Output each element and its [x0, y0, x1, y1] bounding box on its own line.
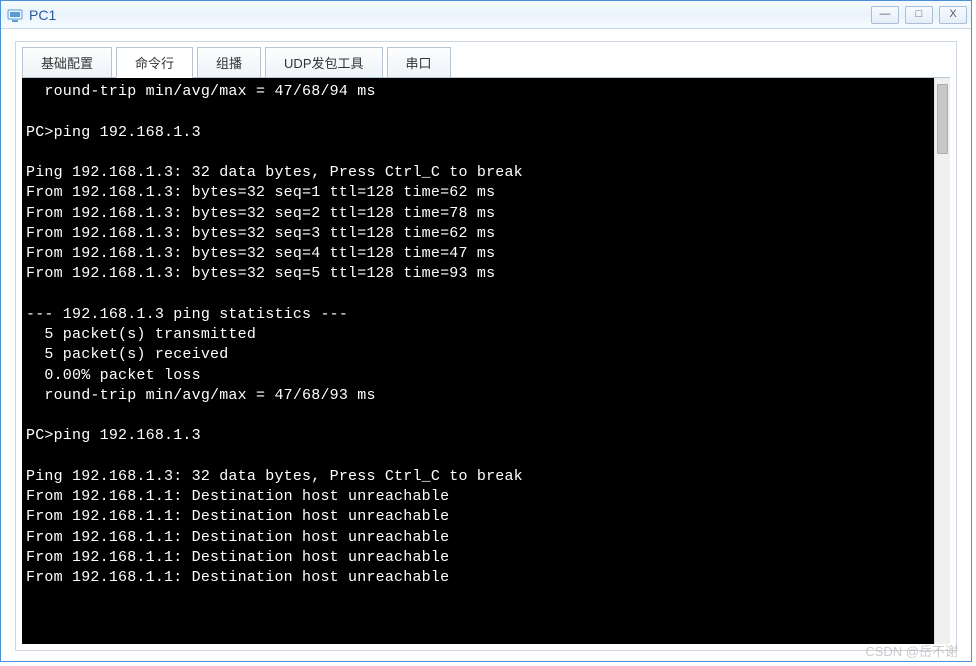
maximize-button[interactable]: □: [905, 6, 933, 24]
terminal-scrollbar[interactable]: [934, 78, 950, 644]
tab-bar: 基础配置 命令行 组播 UDP发包工具 串口: [16, 42, 956, 77]
tab-udp-tool[interactable]: UDP发包工具: [265, 47, 382, 78]
tab-basic-config[interactable]: 基础配置: [22, 47, 112, 78]
close-button[interactable]: X: [939, 6, 967, 24]
app-icon: [7, 7, 23, 23]
terminal-output[interactable]: round-trip min/avg/max = 47/68/94 ms PC>…: [22, 78, 950, 644]
scrollbar-thumb[interactable]: [937, 84, 948, 154]
app-window: PC1 — □ X 基础配置 命令行 组播 UDP发包工具 串口 round-t…: [0, 0, 972, 662]
tab-serial[interactable]: 串口: [387, 47, 451, 78]
titlebar[interactable]: PC1 — □ X: [1, 1, 971, 29]
content-area: 基础配置 命令行 组播 UDP发包工具 串口 round-trip min/av…: [1, 29, 971, 661]
tab-multicast[interactable]: 组播: [197, 47, 261, 78]
terminal-wrap: round-trip min/avg/max = 47/68/94 ms PC>…: [16, 78, 956, 650]
minimize-button[interactable]: —: [871, 6, 899, 24]
tab-command-line[interactable]: 命令行: [116, 47, 193, 78]
inner-panel: 基础配置 命令行 组播 UDP发包工具 串口 round-trip min/av…: [15, 41, 957, 651]
title-left: PC1: [7, 7, 56, 23]
window-title: PC1: [29, 7, 56, 23]
window-controls: — □ X: [871, 6, 967, 24]
